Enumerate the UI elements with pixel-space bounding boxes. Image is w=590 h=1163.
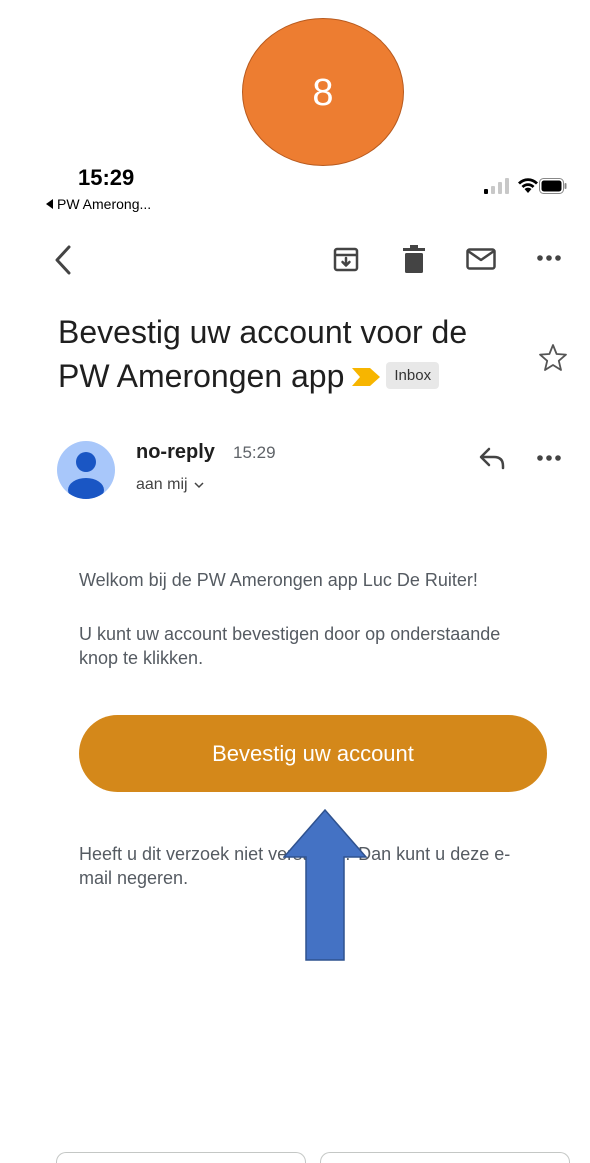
- email-time: 15:29: [233, 443, 276, 462]
- wifi-icon: [518, 178, 538, 193]
- cellular-signal-icon: [484, 178, 509, 194]
- reply-button[interactable]: [56, 1152, 306, 1163]
- recipient-details-toggle[interactable]: aan mij: [136, 476, 204, 494]
- welcome-text: Welkom bij de PW Amerongen app Luc De Ru…: [79, 570, 478, 590]
- avatar[interactable]: [57, 441, 115, 499]
- chevron-down-icon: [194, 482, 204, 489]
- confirm-account-button[interactable]: Bevestig uw account: [79, 715, 547, 792]
- more-options-icon[interactable]: [536, 252, 562, 264]
- important-marker-icon[interactable]: [352, 367, 381, 386]
- mark-unread-icon[interactable]: [466, 248, 496, 270]
- message-more-icon[interactable]: [536, 452, 562, 464]
- email-subject-block: Bevestig uw account voor de PW Amerongen…: [58, 310, 498, 398]
- forward-button[interactable]: [320, 1152, 570, 1163]
- back-arrow-icon[interactable]: [52, 244, 76, 276]
- star-icon[interactable]: [538, 343, 568, 373]
- back-app-label: PW Amerong...: [57, 196, 152, 212]
- instructions-text: U kunt uw account bevestigen door op ond…: [79, 624, 501, 668]
- battery-icon: [539, 178, 567, 194]
- archive-icon[interactable]: [333, 246, 359, 272]
- back-triangle-icon: [46, 199, 53, 209]
- inbox-label-chip[interactable]: Inbox: [386, 362, 440, 390]
- sender-name[interactable]: no-reply: [136, 441, 215, 464]
- back-to-app-link[interactable]: PW Amerong...: [46, 196, 151, 212]
- trash-icon[interactable]: [403, 245, 425, 273]
- pointer-arrow-icon: [283, 809, 367, 961]
- reply-icon[interactable]: [478, 446, 506, 470]
- step-number-badge: 8: [242, 18, 404, 166]
- person-icon: [68, 452, 104, 499]
- recipient-label: aan mij: [136, 476, 188, 493]
- status-bar-time: 15:29: [78, 165, 135, 190]
